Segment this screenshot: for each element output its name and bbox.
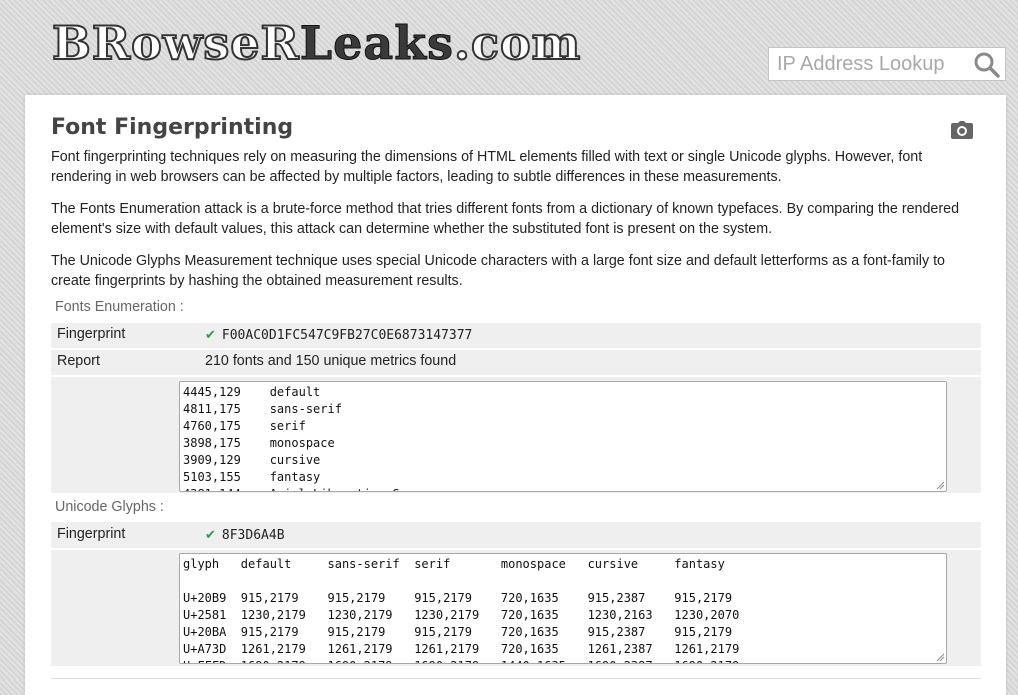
fonts-enum-section-label: Fonts Enumeration : — [55, 299, 184, 315]
ip-lookup-search — [768, 47, 1006, 81]
fonts-enum-paragraph: The Fonts Enumeration attack is a brute-… — [51, 201, 960, 237]
unicode-glyphs-section-label: Unicode Glyphs : — [55, 499, 164, 515]
fonts-report-value: 210 fonts and 150 unique metrics found — [205, 353, 457, 369]
camera-icon[interactable] — [951, 121, 973, 139]
logo-part-leaks: Leaks — [299, 16, 454, 71]
fonts-list-text: 4445,129 default 4811,175 sans-serif 476… — [183, 385, 421, 491]
glyphs-table-textarea[interactable]: glyph default sans-serif serif monospace… — [179, 553, 947, 664]
resize-grip-icon[interactable] — [935, 480, 945, 490]
glyphs-fingerprint-value: ✔ 8F3D6A4B — [205, 527, 285, 543]
glyphs-table-text: glyph default sans-serif serif monospace… — [183, 557, 740, 663]
fonts-report-label: Report — [57, 353, 100, 369]
fonts-report-row: Report 210 fonts and 150 unique metrics … — [51, 350, 981, 375]
logo-part-browser: BRowseR — [51, 15, 300, 71]
check-icon: ✔ — [205, 328, 216, 343]
ip-lookup-input[interactable] — [769, 48, 977, 80]
search-icon[interactable] — [973, 51, 1001, 79]
logo-part-com: .com — [453, 15, 582, 71]
fonts-fingerprint-row: Fingerprint ✔ F00AC0D1FC547C9FB27C0E68731… — [51, 323, 981, 348]
intro-paragraph: Font fingerprinting techniques rely on m… — [51, 149, 923, 185]
site-logo[interactable]: BRowseRLeaks.com — [51, 10, 581, 76]
unicode-glyphs-paragraph: The Unicode Glyphs Measurement technique… — [51, 253, 946, 289]
content-panel: Font Fingerprinting Font fingerprinting … — [25, 95, 1006, 695]
divider — [51, 678, 981, 679]
glyphs-fingerprint-hash: 8F3D6A4B — [221, 528, 285, 543]
logo-text: BRowseRLeaks.com — [51, 10, 581, 76]
check-icon: ✔ — [205, 528, 216, 543]
fonts-fingerprint-hash: F00AC0D1FC547C9FB27C0E6873147377 — [221, 328, 473, 343]
glyphs-fingerprint-label: Fingerprint — [57, 526, 126, 542]
glyphs-fingerprint-row: Fingerprint ✔ 8F3D6A4B — [51, 522, 981, 548]
fonts-fingerprint-label: Fingerprint — [57, 326, 126, 342]
fonts-list-textarea[interactable]: 4445,129 default 4811,175 sans-serif 476… — [179, 381, 947, 492]
resize-grip-icon[interactable] — [935, 652, 945, 662]
page-title: Font Fingerprinting — [51, 115, 294, 140]
fonts-fingerprint-value: ✔ F00AC0D1FC547C9FB27C0E6873147377 — [205, 327, 472, 343]
